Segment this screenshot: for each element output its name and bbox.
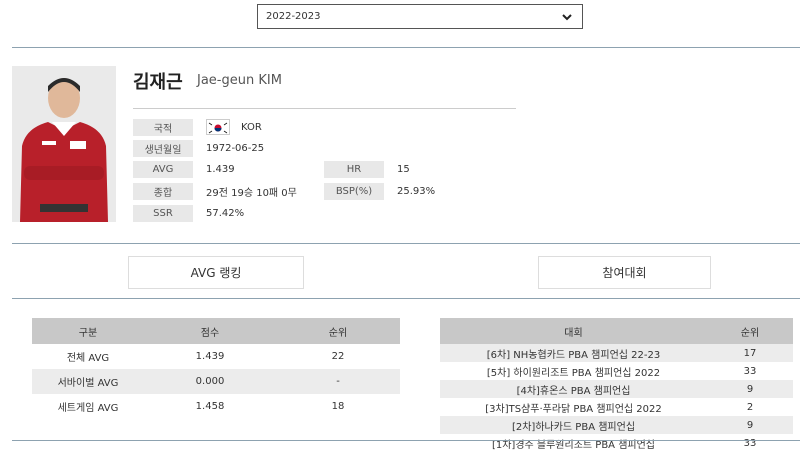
cell: [4차]휴온스 PBA 챔피언십: [440, 380, 707, 398]
cell: [6차] NH농협카드 PBA 챔피언십 22-23: [440, 344, 707, 362]
cell: 17: [707, 344, 793, 362]
table-row: 전체 AVG 1.439 22: [32, 344, 400, 369]
cell: 18: [331, 401, 345, 412]
birth-label: 생년월일: [133, 140, 193, 157]
divider: [12, 440, 800, 441]
avg-header-rank: 순위: [276, 318, 400, 344]
table-row: 서바이벌 AVG 0.000 -: [32, 369, 400, 394]
cell: 33: [743, 365, 757, 377]
table-row: 세트게임 AVG 1.458 18: [32, 394, 400, 419]
avg-header-category: 구분: [32, 318, 144, 344]
table-row[interactable]: [1차]경주 블루원리조트 PBA 챔피언십 33: [440, 434, 793, 452]
cell: 33: [743, 437, 757, 449]
season-select[interactable]: 2022-2023: [257, 4, 583, 29]
season-select-value: 2022-2023: [266, 11, 321, 22]
cell: 2: [746, 401, 754, 413]
cell: [1차]경주 블루원리조트 PBA 챔피언십: [491, 439, 656, 451]
bsp-label: BSP(%): [324, 183, 384, 200]
player-name-ko: 김재근: [133, 72, 183, 93]
tab-avg-ranking[interactable]: AVG 랭킹: [128, 256, 304, 289]
nationality-label: 국적: [133, 119, 193, 136]
tournament-table: 대회 순위 [6차] NH농협카드 PBA 챔피언십 22-23 17 [5차]…: [440, 318, 793, 452]
avg-header-score: 점수: [144, 318, 276, 344]
divider: [12, 243, 800, 244]
table-row[interactable]: [3차]TS샴푸·푸라닭 PBA 챔피언십 2022 2: [440, 398, 793, 416]
table-row[interactable]: [5차] 하이원리조트 PBA 챔피언십 2022 33: [440, 362, 793, 380]
cell: [2차]하나카드 PBA 챔피언십: [440, 416, 707, 434]
avg-value: 1.439: [206, 164, 235, 175]
chevron-down-icon: [562, 13, 572, 20]
cell: -: [276, 369, 400, 394]
player-name-en: Jae-geun KIM: [197, 73, 282, 88]
avg-table: 구분 점수 순위 전체 AVG 1.439 22 서바이벌 AVG 0.000 …: [32, 318, 400, 419]
table-row[interactable]: [6차] NH농협카드 PBA 챔피언십 22-23 17: [440, 344, 793, 362]
cell: [3차]TS샴푸·푸라닭 PBA 챔피언십 2022: [485, 403, 662, 415]
nationality-value: KOR: [241, 122, 262, 133]
name-divider: [133, 108, 516, 109]
player-photo: [12, 66, 116, 222]
ssr-value: 57.42%: [206, 208, 245, 219]
ssr-label: SSR: [133, 205, 193, 222]
cell: 세트게임 AVG: [57, 403, 119, 414]
total-value: 29전 19승 10패 0무: [206, 188, 297, 199]
tour-header-name: 대회: [440, 318, 707, 344]
cell: [5차] 하이원리조트 PBA 챔피언십 2022: [486, 367, 661, 379]
avg-label: AVG: [133, 161, 193, 178]
cell: 9: [707, 416, 793, 434]
table-row[interactable]: [2차]하나카드 PBA 챔피언십 9: [440, 416, 793, 434]
cell: 1.439: [195, 351, 225, 362]
tour-header-rank: 순위: [707, 318, 793, 344]
player-portrait-icon: [12, 66, 116, 222]
table-row[interactable]: [4차]휴온스 PBA 챔피언십 9: [440, 380, 793, 398]
korea-flag-icon: [206, 119, 230, 135]
hr-label: HR: [324, 161, 384, 178]
cell: 서바이벌 AVG: [32, 369, 144, 394]
cell: 9: [707, 380, 793, 398]
hr-value: 15: [397, 164, 410, 175]
cell: 1.458: [195, 401, 225, 412]
bsp-value: 25.93%: [397, 186, 436, 197]
cell: 전체 AVG: [66, 353, 110, 364]
total-label: 종합: [133, 183, 193, 200]
cell: 0.000: [144, 369, 276, 394]
cell: 22: [331, 351, 345, 362]
divider: [12, 47, 800, 48]
birth-value: 1972-06-25: [206, 143, 265, 154]
tab-tournaments[interactable]: 참여대회: [538, 256, 711, 289]
divider: [12, 298, 800, 299]
